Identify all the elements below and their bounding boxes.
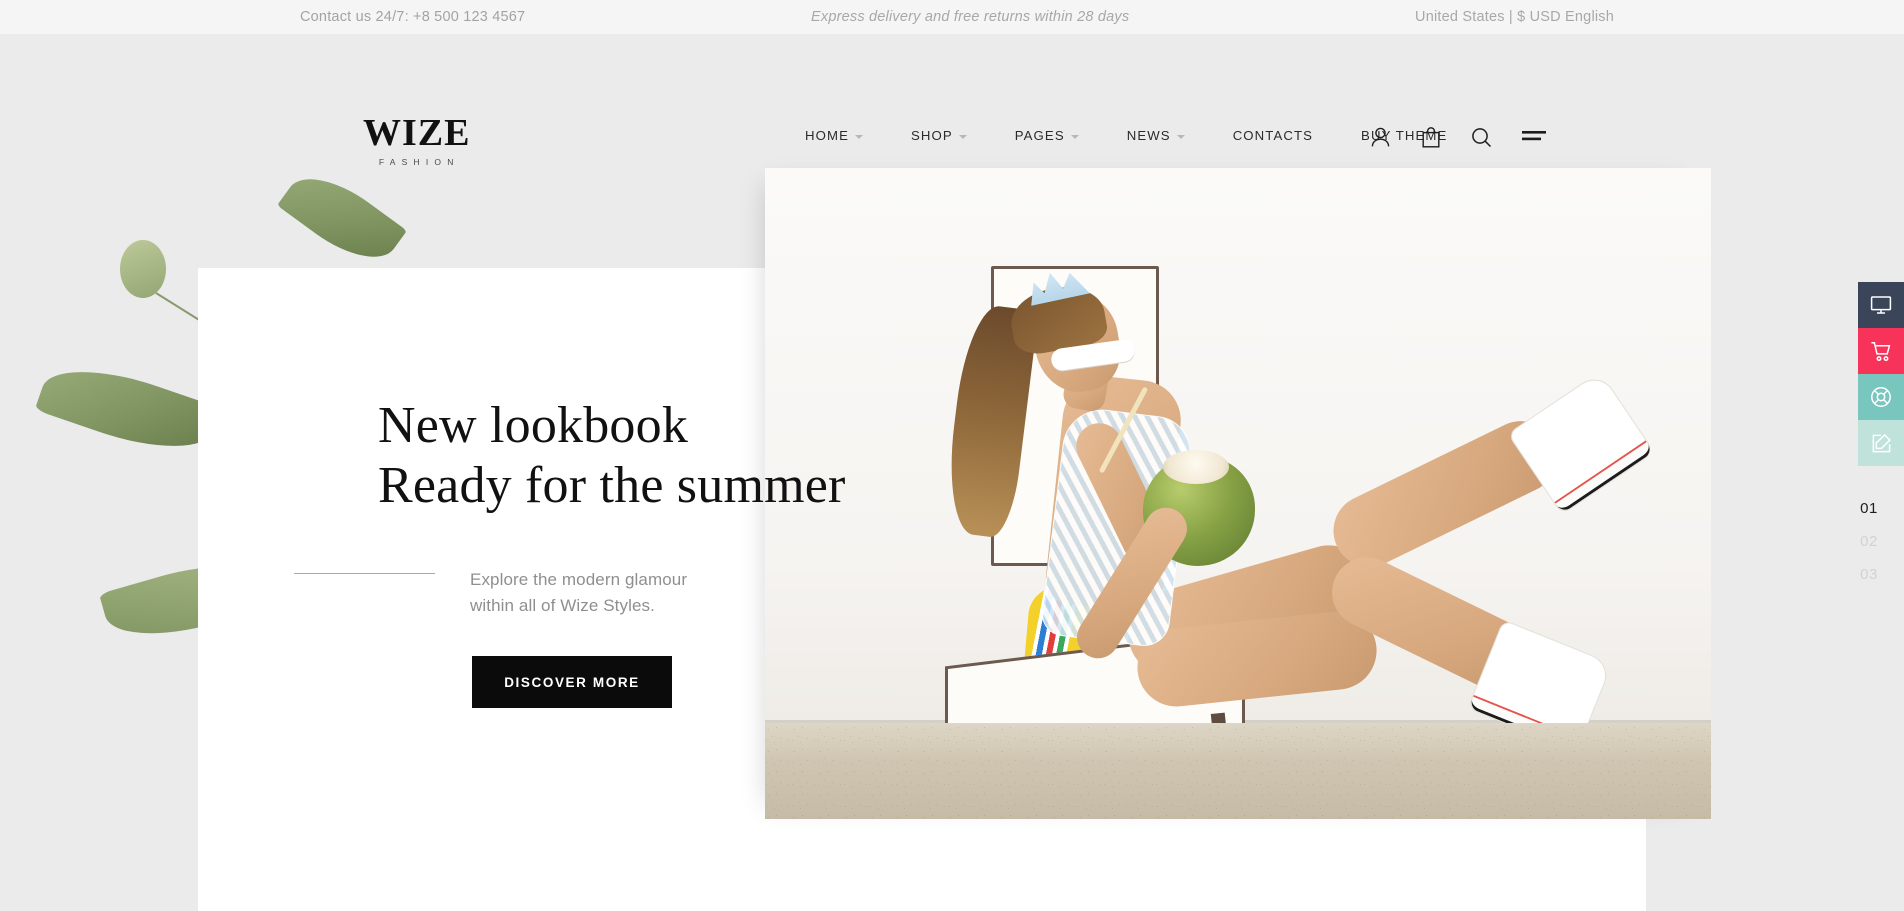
cart-button[interactable] (1858, 328, 1904, 374)
nav-item-pages[interactable]: PAGES (991, 128, 1103, 143)
edit-pencil-icon (1871, 433, 1892, 454)
promo-message: Express delivery and free returns within… (811, 9, 1130, 25)
header-icon-group (1370, 126, 1546, 148)
nav-label: NEWS (1126, 128, 1171, 143)
hamburger-menu-icon[interactable] (1522, 129, 1546, 145)
life-ring-icon (1870, 386, 1892, 408)
site-logo[interactable]: WIZE FASHION (363, 112, 471, 168)
site-header: WIZE FASHION HOME SHOP PAGES NEWS CONTAC… (0, 34, 1904, 166)
chevron-down-icon (1176, 134, 1185, 139)
main-navigation: HOME SHOP PAGES NEWS CONTACTS BUY THEME (781, 128, 1471, 143)
slider-pagination: 01 02 03 (1860, 500, 1878, 583)
search-icon[interactable] (1471, 127, 1492, 148)
hero-slide-image[interactable] (765, 168, 1711, 819)
floating-tool-strip (1858, 282, 1904, 466)
homepage: Contact us 24/7: +8 500 123 4567 Express… (0, 0, 1904, 911)
chevron-down-icon (854, 134, 863, 139)
chevron-down-icon (958, 134, 967, 139)
customize-edit-button[interactable] (1858, 420, 1904, 466)
headline-line-2: Ready for the summer (378, 457, 846, 515)
shopping-bag-icon[interactable] (1421, 126, 1441, 148)
lead-line-1: Explore the modern glamour (470, 570, 688, 589)
monitor-icon (1870, 295, 1892, 315)
nav-item-news[interactable]: NEWS (1103, 128, 1209, 143)
nav-item-shop[interactable]: SHOP (887, 128, 991, 143)
shopping-cart-icon (1870, 341, 1892, 362)
nav-label: HOME (805, 128, 849, 143)
decorative-leaf-mid (34, 351, 222, 488)
logo-wordmark: WIZE (363, 112, 471, 154)
chevron-down-icon (1070, 134, 1079, 139)
slide-indicator-02[interactable]: 02 (1860, 533, 1878, 550)
coconut-opening (1163, 450, 1229, 484)
headline-line-1: New lookbook (378, 397, 689, 454)
accent-divider (294, 573, 435, 574)
nav-label: SHOP (910, 128, 953, 143)
decorative-leaf-bud (120, 240, 252, 354)
nav-label: CONTACTS (1232, 128, 1314, 143)
photo-ground (765, 723, 1711, 819)
nav-label: PAGES (1014, 128, 1065, 143)
hero-headline: New lookbook Ready for the summer (378, 396, 846, 517)
nav-item-contacts[interactable]: CONTACTS (1209, 128, 1337, 143)
discover-more-button[interactable]: DISCOVER MORE (472, 656, 672, 708)
account-icon[interactable] (1370, 126, 1391, 148)
nav-item-home[interactable]: HOME (781, 128, 887, 143)
demo-monitor-button[interactable] (1858, 282, 1904, 328)
locale-selector[interactable]: United States | $ USD English (1415, 9, 1614, 25)
slide-indicator-03[interactable]: 03 (1860, 566, 1878, 583)
lead-line-2: within all of Wize Styles. (470, 595, 655, 615)
support-lifering-button[interactable] (1858, 374, 1904, 420)
contact-info: Contact us 24/7: +8 500 123 4567 (300, 9, 526, 25)
hero-description: Explore the modern glamour within all of… (470, 567, 687, 619)
top-announcement-bar: Contact us 24/7: +8 500 123 4567 Express… (0, 0, 1904, 34)
slide-indicator-01[interactable]: 01 (1860, 500, 1878, 517)
logo-tagline: FASHION (378, 157, 460, 168)
